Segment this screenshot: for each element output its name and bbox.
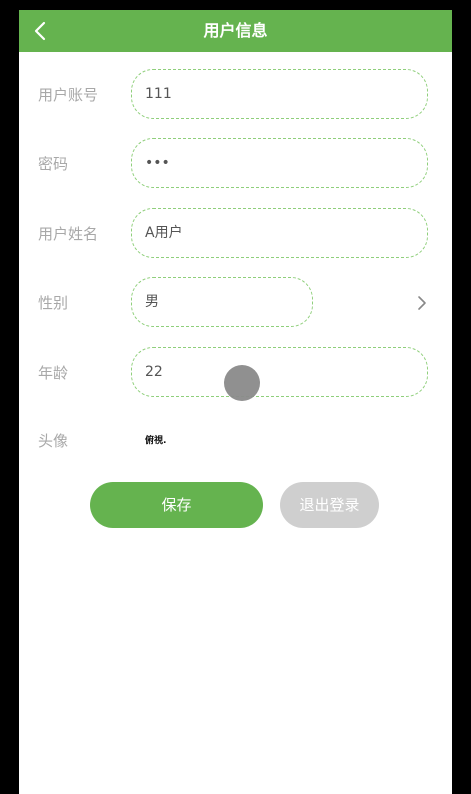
account-label: 用户账号	[38, 86, 99, 104]
password-field[interactable]: •••	[131, 138, 428, 188]
account-row: 用户账号 111	[19, 69, 452, 121]
avatar-label: 头像	[38, 432, 69, 450]
touch-indicator	[224, 365, 260, 401]
gender-row: 性别 男	[19, 277, 452, 329]
app-screen: 用户信息 用户账号 111 密码 ••• 用户姓名 A用户 性别 男 年龄 22…	[19, 10, 452, 794]
save-button[interactable]: 保存	[90, 482, 263, 528]
account-field[interactable]: 111	[131, 69, 428, 119]
logout-button[interactable]: 退出登录	[280, 482, 379, 528]
gender-label: 性别	[38, 294, 69, 312]
page-title: 用户信息	[203, 21, 268, 40]
name-field[interactable]: A用户	[131, 208, 428, 258]
age-label: 年龄	[38, 364, 69, 382]
password-row: 密码 •••	[19, 138, 452, 190]
avatar-row: 头像 俯視.	[19, 415, 452, 467]
avatar-image[interactable]: 俯視.	[145, 415, 166, 467]
header-bar: 用户信息	[19, 10, 452, 52]
name-label: 用户姓名	[38, 225, 99, 243]
gender-select[interactable]: 男	[131, 277, 313, 327]
name-row: 用户姓名 A用户	[19, 208, 452, 260]
age-field[interactable]: 22	[131, 347, 428, 397]
chevron-right-icon[interactable]	[414, 295, 430, 311]
password-label: 密码	[38, 155, 69, 173]
